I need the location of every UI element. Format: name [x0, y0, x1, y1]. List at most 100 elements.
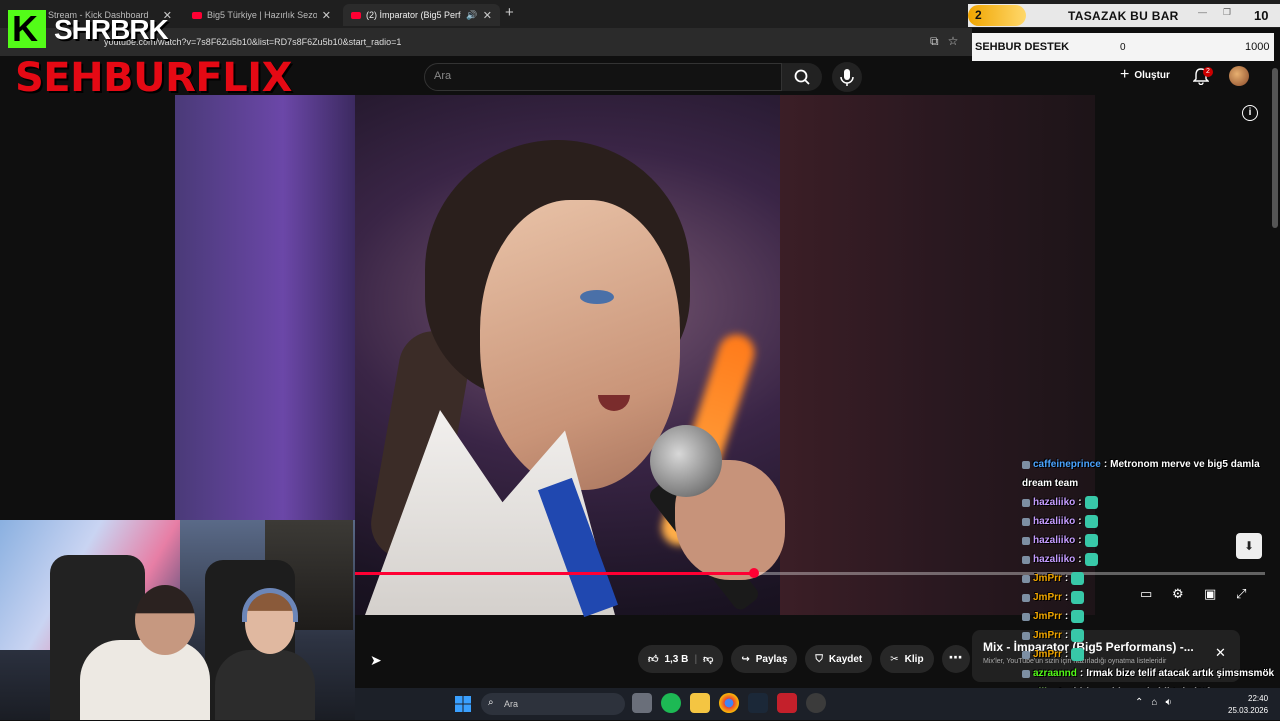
- chat-badge-icon: [1022, 593, 1030, 602]
- clock-date: 25.03.2026: [1228, 706, 1269, 715]
- chat-separator: :: [1079, 668, 1084, 679]
- chat-badge-icon: [1022, 650, 1030, 659]
- chat-emote-icon: [1084, 553, 1098, 566]
- chat-message: hazaliiko:: [1022, 493, 1280, 512]
- chat-separator: :: [1103, 459, 1108, 470]
- chat-emote-icon: [1084, 534, 1098, 547]
- support-label: SEHBUR DESTEK: [975, 41, 1070, 53]
- chat-username[interactable]: JmPrr: [1033, 592, 1062, 603]
- volume-icon[interactable]: 🔉︎: [1165, 697, 1171, 708]
- app-icon[interactable]: [806, 693, 826, 713]
- chat-badge-icon: [1022, 631, 1030, 640]
- windows-start-icon[interactable]: [455, 696, 471, 712]
- chat-username[interactable]: JmPrr: [1033, 649, 1062, 660]
- chat-separator: :: [1078, 535, 1082, 546]
- search-icon: [794, 69, 810, 85]
- create-button[interactable]: + Oluştur: [1120, 66, 1170, 84]
- new-tab-button[interactable]: +: [505, 4, 514, 21]
- chat-badge-icon: [1022, 669, 1030, 678]
- chat-emote-icon: [1071, 648, 1085, 661]
- search-input[interactable]: [424, 63, 782, 91]
- chat-message: JmPrr:: [1022, 569, 1280, 588]
- system-tray: ⌃ ⌂ 🔉︎: [1135, 697, 1172, 708]
- chevron-up-icon[interactable]: ⌃: [1135, 697, 1143, 708]
- thumbs-up-icon: 👍︎: [648, 654, 659, 665]
- chat-message: dream team: [1022, 474, 1280, 493]
- more-actions-button[interactable]: ⋯: [941, 645, 970, 673]
- chat-separator: :: [1078, 554, 1082, 565]
- chat-username[interactable]: JmPrr: [1033, 573, 1062, 584]
- save-button[interactable]: ⛉ Kaydet: [805, 645, 873, 673]
- clock[interactable]: 22:40 25.03.2026: [1228, 693, 1268, 717]
- chat-message: JmPrr:: [1022, 607, 1280, 626]
- goal-level: 2: [975, 8, 982, 22]
- chat-username[interactable]: JmPrr: [1033, 611, 1062, 622]
- speaker-icon[interactable]: 🔊: [466, 10, 477, 21]
- info-icon[interactable]: i: [1242, 105, 1258, 121]
- file-explorer-icon[interactable]: [690, 693, 710, 713]
- progress-scrubber[interactable]: [748, 568, 759, 578]
- chat-username[interactable]: azraannd: [1033, 668, 1077, 679]
- tab-big5[interactable]: Big5 Türkiye | Hazırlık Sezonu 1 ✕: [184, 4, 339, 26]
- clip-label: Klip: [904, 653, 924, 665]
- chat-username[interactable]: hazaliiko: [1033, 516, 1075, 527]
- tab-imparator[interactable]: (2) İmparator (Big5 Perform 🔊 ✕: [343, 4, 500, 26]
- chat-message: JmPrr:: [1022, 645, 1280, 664]
- clip-button[interactable]: ✂ Klip: [880, 645, 934, 673]
- share-button[interactable]: ↪ Paylaş: [731, 645, 798, 673]
- voicemod-icon[interactable]: [777, 693, 797, 713]
- chat-emote-icon: [1084, 515, 1098, 528]
- search-icon: ⌕: [488, 697, 494, 708]
- tab-label: (2) İmparator (Big5 Perform: [366, 10, 461, 20]
- chat-username[interactable]: caffeineprince: [1033, 459, 1101, 470]
- bookmark-star-icon[interactable]: ☆: [948, 34, 959, 49]
- chat-message: caffeineprince: Metronom merve ve big5 da…: [1022, 455, 1280, 474]
- taskbar-search[interactable]: [481, 693, 625, 715]
- steam-icon[interactable]: [748, 693, 768, 713]
- chat-username[interactable]: hazaliiko: [1033, 535, 1075, 546]
- cohost-body: [215, 650, 315, 720]
- chat-emote-icon: [1071, 629, 1085, 642]
- page-scrollbar[interactable]: [1272, 68, 1278, 228]
- youtube-icon: [192, 11, 202, 19]
- window-controls: — ❐: [1198, 7, 1231, 18]
- search-button[interactable]: [782, 63, 822, 91]
- support-current: 0: [1120, 42, 1126, 53]
- chat-badge-icon: [1022, 555, 1030, 564]
- create-label: Oluştur: [1134, 69, 1170, 81]
- install-icon[interactable]: ⧉: [930, 34, 939, 49]
- chat-username[interactable]: hazaliiko: [1033, 497, 1075, 508]
- chat-username[interactable]: JmPrr: [1033, 630, 1062, 641]
- chrome-icon[interactable]: [719, 693, 739, 713]
- like-button[interactable]: 👍︎ 1,3 B | 👎︎: [638, 645, 724, 673]
- voice-search-button[interactable]: [832, 62, 862, 92]
- close-icon[interactable]: ✕: [483, 9, 492, 22]
- support-max: 1000: [1245, 41, 1270, 53]
- video-actions: 👍︎ 1,3 B | 👎︎ ↪ Paylaş ⛉ Kaydet ✂ Klip ⋯: [638, 645, 970, 673]
- share-label: Paylaş: [755, 653, 788, 665]
- chat-username[interactable]: hazaliiko: [1033, 554, 1075, 565]
- avatar[interactable]: [1229, 66, 1249, 86]
- goal-count: 10: [1254, 8, 1269, 23]
- chat-emote-icon: [1071, 610, 1085, 623]
- minimize-icon[interactable]: —: [1198, 7, 1207, 18]
- chat-emote-icon: [1071, 591, 1085, 604]
- chat-badge-icon: [1022, 612, 1030, 621]
- goal-title: TASAZAK BU BAR: [1068, 9, 1179, 23]
- share-icon: ↪: [741, 653, 750, 665]
- chat-badge-icon: [1022, 574, 1030, 583]
- close-icon[interactable]: ✕: [322, 9, 331, 22]
- chat-separator: :: [1078, 497, 1082, 508]
- spotify-icon[interactable]: [661, 693, 681, 713]
- maximize-icon[interactable]: ❐: [1223, 7, 1231, 18]
- chat-badge-icon: [1022, 460, 1030, 469]
- thumbs-down-icon[interactable]: 👎︎: [703, 653, 713, 665]
- task-view-icon[interactable]: [632, 693, 652, 713]
- network-icon[interactable]: ⌂: [1151, 697, 1157, 708]
- scissors-icon: ✂: [890, 653, 899, 665]
- like-divider: |: [694, 653, 698, 665]
- chat-separator: :: [1064, 630, 1069, 641]
- chat-text: dream team: [1022, 478, 1079, 489]
- kick-brand-name: SHRBRK: [54, 14, 169, 45]
- brand-logo: SEHBURFLIX: [15, 55, 292, 101]
